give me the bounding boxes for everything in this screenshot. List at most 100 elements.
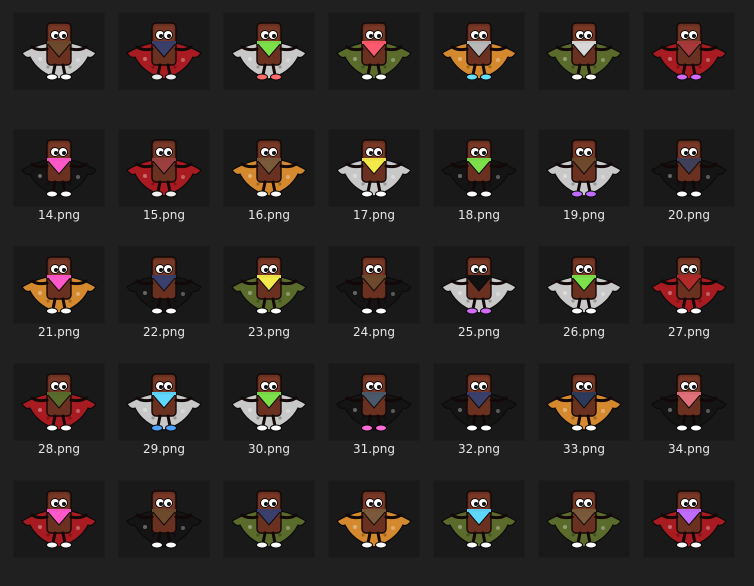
file-name <box>434 557 524 575</box>
file-tile[interactable]: 34.png <box>644 364 734 469</box>
file-thumbnail[interactable] <box>434 364 524 440</box>
file-name <box>224 557 314 575</box>
file-tile[interactable] <box>224 481 314 586</box>
file-name: 28.png <box>38 442 80 456</box>
file-thumbnail[interactable] <box>14 481 104 557</box>
file-tile[interactable]: 23.png <box>224 247 314 352</box>
file-tile[interactable]: 30.png <box>224 364 314 469</box>
file-name: 21.png <box>38 325 80 339</box>
file-thumbnail[interactable] <box>434 247 524 323</box>
file-name <box>644 557 734 575</box>
thumbnail-image <box>14 13 104 89</box>
file-thumbnail[interactable] <box>644 481 734 557</box>
file-tile[interactable]: 17.png <box>329 130 419 235</box>
file-thumbnail[interactable] <box>119 481 209 557</box>
file-thumbnail[interactable] <box>539 481 629 557</box>
file-tile[interactable] <box>14 481 104 586</box>
file-thumbnail[interactable] <box>644 13 734 89</box>
thumbnail-image <box>539 13 629 89</box>
file-tile[interactable] <box>329 481 419 586</box>
file-thumbnail[interactable] <box>119 247 209 323</box>
thumbnail-image <box>224 130 314 206</box>
file-tile[interactable]: 20.png <box>644 130 734 235</box>
file-thumbnail[interactable] <box>14 13 104 89</box>
file-thumbnail[interactable] <box>224 481 314 557</box>
thumbnail-image <box>644 247 734 323</box>
file-thumbnail[interactable] <box>644 130 734 206</box>
file-tile[interactable] <box>644 13 734 118</box>
file-thumbnail[interactable] <box>119 364 209 440</box>
file-thumbnail[interactable] <box>539 13 629 89</box>
file-tile[interactable] <box>539 13 629 118</box>
thumbnail-image <box>539 130 629 206</box>
file-tile[interactable]: 24.png <box>329 247 419 352</box>
file-thumbnail[interactable] <box>224 13 314 89</box>
thumbnail-image <box>329 364 419 440</box>
thumbnail-image <box>224 247 314 323</box>
thumbnail-image <box>329 13 419 89</box>
file-tile[interactable]: 32.png <box>434 364 524 469</box>
file-tile[interactable] <box>224 13 314 118</box>
file-thumbnail[interactable] <box>119 13 209 89</box>
file-tile[interactable]: 21.png <box>14 247 104 352</box>
file-tile[interactable]: 18.png <box>434 130 524 235</box>
file-name: 17.png <box>353 208 395 222</box>
file-tile[interactable]: 33.png <box>539 364 629 469</box>
thumbnail-image <box>329 481 419 557</box>
file-tile[interactable]: 28.png <box>14 364 104 469</box>
file-tile[interactable]: 14.png <box>14 130 104 235</box>
file-name: 19.png <box>563 208 605 222</box>
file-name <box>329 89 419 107</box>
file-thumbnail[interactable] <box>14 130 104 206</box>
file-tile[interactable]: 31.png <box>329 364 419 469</box>
file-tile[interactable]: 19.png <box>539 130 629 235</box>
file-name: 33.png <box>563 442 605 456</box>
file-tile[interactable]: 29.png <box>119 364 209 469</box>
thumbnail-image <box>224 364 314 440</box>
file-tile[interactable]: 26.png <box>539 247 629 352</box>
thumbnail-image <box>224 481 314 557</box>
file-tile[interactable] <box>434 13 524 118</box>
file-thumbnail[interactable] <box>329 13 419 89</box>
file-tile[interactable]: 15.png <box>119 130 209 235</box>
file-thumbnail[interactable] <box>329 130 419 206</box>
file-thumbnail[interactable] <box>539 247 629 323</box>
file-tile[interactable] <box>644 481 734 586</box>
file-thumbnail[interactable] <box>224 247 314 323</box>
file-name <box>119 89 209 107</box>
thumbnail-image <box>329 130 419 206</box>
file-tile[interactable] <box>14 13 104 118</box>
file-thumbnail[interactable] <box>434 13 524 89</box>
file-thumbnail[interactable] <box>14 247 104 323</box>
file-tile[interactable]: 22.png <box>119 247 209 352</box>
file-name <box>539 89 629 107</box>
file-thumbnail-grid: 14.png 15.png 16.png 17.png 18.png 19.pn… <box>0 0 754 557</box>
file-name: 27.png <box>668 325 710 339</box>
file-tile[interactable]: 25.png <box>434 247 524 352</box>
file-thumbnail[interactable] <box>119 130 209 206</box>
file-tile[interactable] <box>434 481 524 586</box>
file-name <box>119 557 209 575</box>
file-tile[interactable] <box>119 481 209 586</box>
file-thumbnail[interactable] <box>644 364 734 440</box>
thumbnail-image <box>644 130 734 206</box>
file-name: 25.png <box>458 325 500 339</box>
file-thumbnail[interactable] <box>14 364 104 440</box>
file-tile[interactable] <box>329 13 419 118</box>
file-thumbnail[interactable] <box>224 130 314 206</box>
file-thumbnail[interactable] <box>539 364 629 440</box>
file-thumbnail[interactable] <box>434 481 524 557</box>
file-thumbnail[interactable] <box>644 247 734 323</box>
file-tile[interactable]: 16.png <box>224 130 314 235</box>
file-thumbnail[interactable] <box>329 364 419 440</box>
file-thumbnail[interactable] <box>539 130 629 206</box>
file-name: 15.png <box>143 208 185 222</box>
file-thumbnail[interactable] <box>434 130 524 206</box>
file-tile[interactable]: 27.png <box>644 247 734 352</box>
file-thumbnail[interactable] <box>224 364 314 440</box>
thumbnail-image <box>14 247 104 323</box>
file-tile[interactable] <box>539 481 629 586</box>
file-thumbnail[interactable] <box>329 247 419 323</box>
file-thumbnail[interactable] <box>329 481 419 557</box>
file-tile[interactable] <box>119 13 209 118</box>
